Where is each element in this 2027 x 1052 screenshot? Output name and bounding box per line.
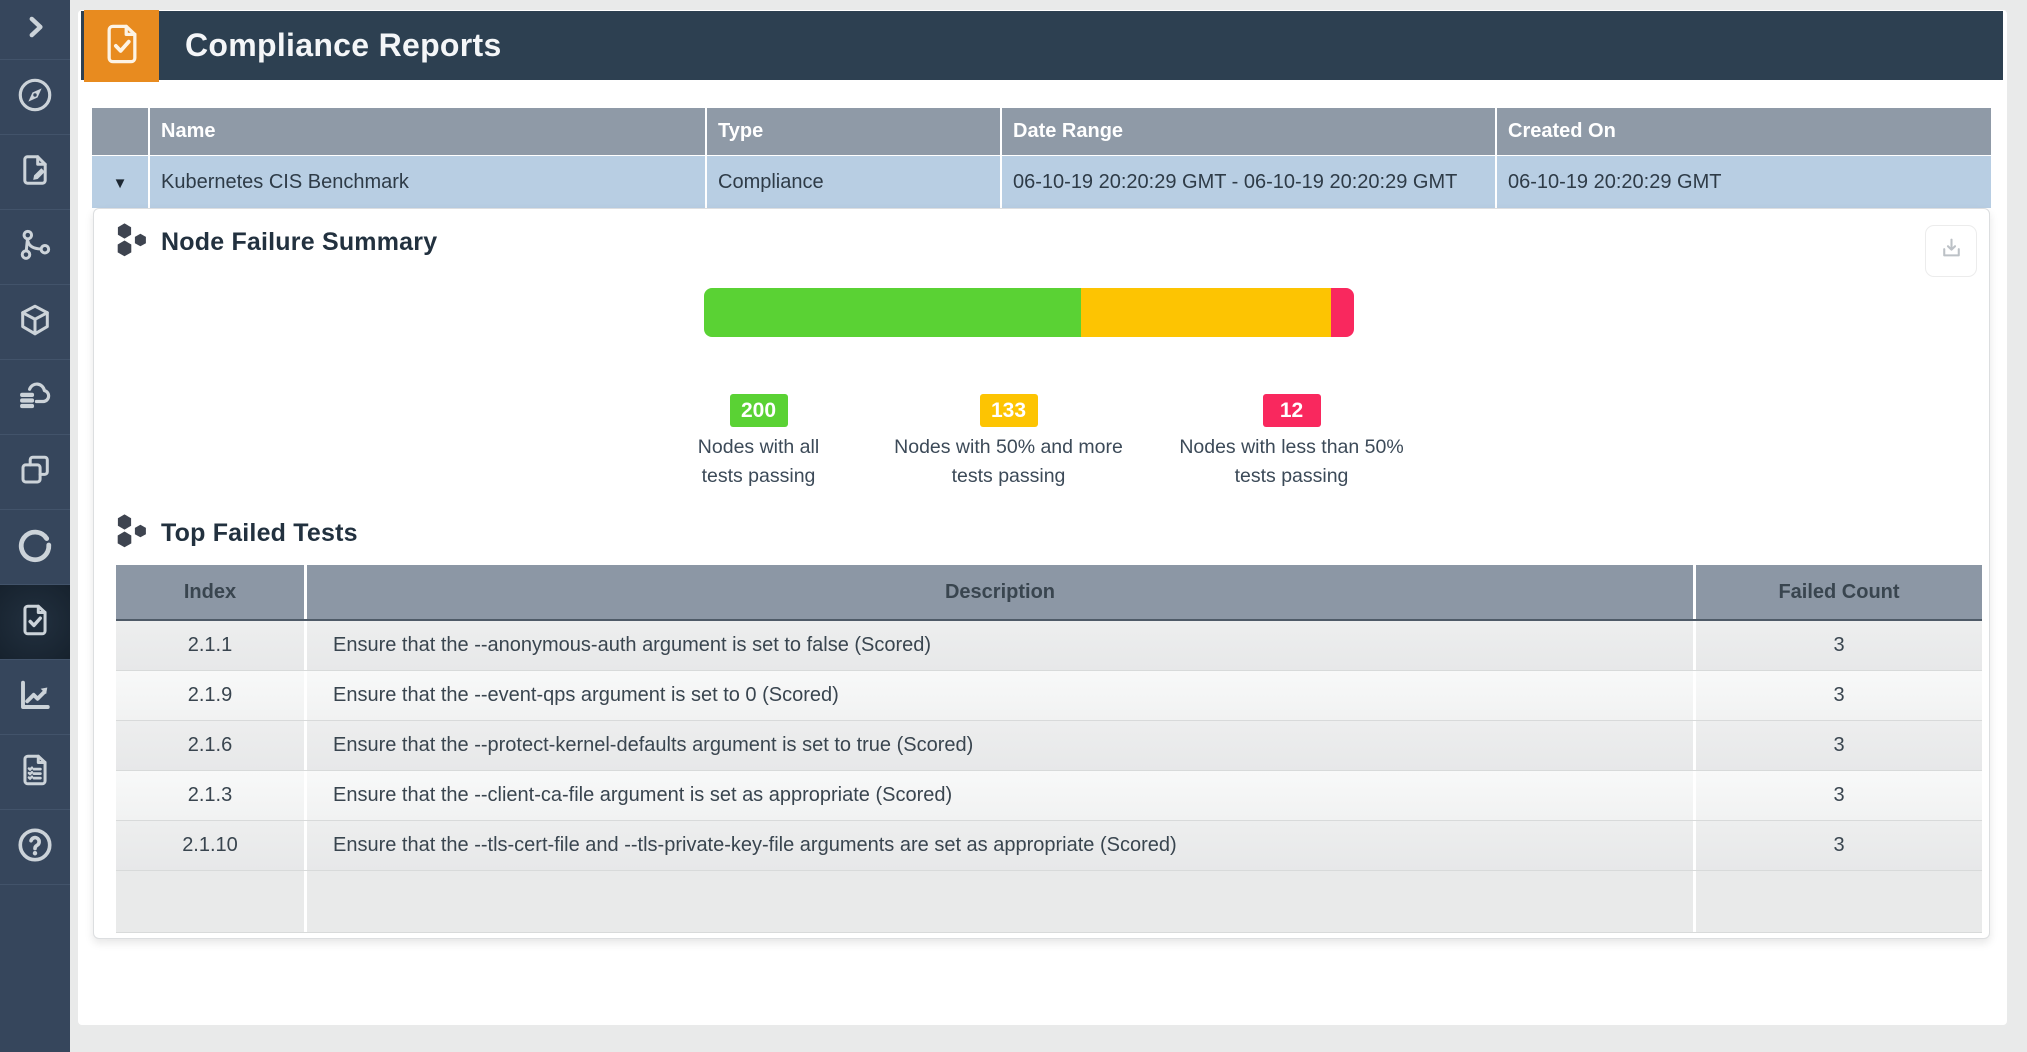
sidebar-item-compliance[interactable]	[0, 585, 70, 660]
sidebar-item-policies[interactable]	[0, 135, 70, 210]
network-branch-icon	[17, 227, 53, 268]
sidebar-item-activity[interactable]	[0, 510, 70, 585]
test-index: 2.1.1	[116, 621, 307, 670]
test-description: Ensure that the --protect-kernel-default…	[307, 721, 1696, 770]
legend-label: Nodes with less than 50% tests passing	[1179, 433, 1403, 491]
report-date-range: 06-10-19 20:20:29 GMT - 06-10-19 20:20:2…	[1002, 156, 1497, 208]
legend-value-badge: 133	[980, 394, 1038, 427]
reports-table: Name Type Date Range Created On ▼ Kubern…	[92, 108, 1991, 208]
bar-segment-all-passing	[704, 288, 1081, 337]
column-header-description: Description	[307, 565, 1696, 619]
compass-icon	[16, 76, 54, 119]
page-title: Compliance Reports	[185, 27, 502, 64]
sidebar-item-help[interactable]	[0, 810, 70, 885]
legend-value-badge: 12	[1263, 394, 1321, 427]
sidebar-item-explore[interactable]	[0, 60, 70, 135]
test-description: Ensure that the --anonymous-auth argumen…	[307, 621, 1696, 670]
test-description: Ensure that the --tls-cert-file and --tl…	[307, 821, 1696, 870]
node-failure-stacked-bar	[704, 288, 1354, 337]
sidebar-item-expand[interactable]	[0, 0, 70, 60]
column-header-date-range: Date Range	[1002, 108, 1497, 155]
compliance-reports-page: { "header": { "title": "Compliance Repor…	[0, 0, 2027, 1052]
failed-test-row: 2.1.9 Ensure that the --event-qps argume…	[116, 671, 1982, 721]
sidebar	[0, 0, 70, 1052]
cube-icon	[17, 302, 53, 343]
report-type: Compliance	[707, 156, 1002, 208]
empty-table-row	[116, 871, 1982, 933]
report-created-on: 06-10-19 20:20:29 GMT	[1497, 156, 1991, 208]
expand-column-header	[92, 108, 150, 155]
top-failed-tests-table: Index Description Failed Count 2.1.1 Ens…	[116, 565, 1982, 933]
triangle-down-icon: ▼	[113, 175, 128, 192]
test-failed-count: 3	[1696, 621, 1982, 670]
test-description: Ensure that the --event-qps argument is …	[307, 671, 1696, 720]
sidebar-item-copies[interactable]	[0, 435, 70, 510]
cloud-database-icon	[16, 376, 54, 419]
column-header-index: Index	[116, 565, 307, 619]
legend-label: Nodes with 50% and more tests passing	[894, 433, 1123, 491]
sidebar-item-containers[interactable]	[0, 285, 70, 360]
download-icon	[1938, 235, 1965, 267]
overlapping-squares-icon	[17, 452, 53, 493]
failed-test-row: 2.1.10 Ensure that the --tls-cert-file a…	[116, 821, 1982, 871]
download-report-button[interactable]	[1925, 225, 1977, 277]
legend-label: Nodes with all tests passing	[698, 433, 819, 491]
failed-test-row: 2.1.6 Ensure that the --protect-kernel-d…	[116, 721, 1982, 771]
test-failed-count: 3	[1696, 721, 1982, 770]
test-index: 2.1.10	[116, 821, 307, 870]
node-failure-legend: 200 Nodes with all tests passing 133 Nod…	[94, 394, 1989, 491]
column-header-type: Type	[707, 108, 1002, 155]
test-description: Ensure that the --client-ca-file argumen…	[307, 771, 1696, 820]
question-circle-icon	[16, 826, 54, 869]
failed-test-row: 2.1.3 Ensure that the --client-ca-file a…	[116, 771, 1982, 821]
line-chart-icon	[17, 677, 53, 718]
checklist-document-icon	[17, 752, 53, 793]
legend-item-all-passing: 200 Nodes with all tests passing	[673, 394, 845, 491]
top-failed-tests-heading: Top Failed Tests	[116, 514, 358, 553]
reports-table-header: Name Type Date Range Created On	[92, 108, 1991, 156]
failed-test-row: 2.1.1 Ensure that the --anonymous-auth a…	[116, 621, 1982, 671]
legend-item-less-than-50-passing: 12 Nodes with less than 50% tests passin…	[1173, 394, 1411, 491]
sidebar-item-topology[interactable]	[0, 210, 70, 285]
test-failed-count: 3	[1696, 771, 1982, 820]
sidebar-item-cloud-data[interactable]	[0, 360, 70, 435]
test-failed-count: 3	[1696, 821, 1982, 870]
tests-table-header: Index Description Failed Count	[116, 565, 1982, 621]
node-failure-summary-heading: Node Failure Summary	[116, 223, 437, 262]
main-panel: Compliance Reports Name Type Date Range …	[78, 10, 2007, 1025]
document-check-icon	[17, 602, 53, 643]
document-check-icon	[99, 21, 145, 72]
legend-item-50-and-more-passing: 133 Nodes with 50% and more tests passin…	[883, 394, 1135, 491]
bar-segment-less-than-50-passing	[1331, 288, 1354, 337]
section-title: Top Failed Tests	[161, 519, 358, 548]
legend-value-badge: 200	[730, 394, 788, 427]
column-header-name: Name	[150, 108, 707, 155]
report-name: Kubernetes CIS Benchmark	[150, 156, 707, 208]
refresh-icon	[17, 527, 53, 568]
test-index: 2.1.9	[116, 671, 307, 720]
test-failed-count: 3	[1696, 671, 1982, 720]
sidebar-item-metrics[interactable]	[0, 660, 70, 735]
report-detail-card: Node Failure Summary 200 Nodes with all …	[93, 208, 1990, 939]
compliance-app-tile	[84, 10, 159, 82]
column-header-created-on: Created On	[1497, 108, 1991, 155]
report-row-kubernetes-cis-benchmark[interactable]: ▼ Kubernetes CIS Benchmark Compliance 06…	[92, 156, 1991, 208]
collapse-row-toggle[interactable]: ▼	[92, 156, 150, 208]
document-edit-icon	[17, 152, 53, 193]
page-header: Compliance Reports	[81, 11, 2003, 80]
test-index: 2.1.6	[116, 721, 307, 770]
bar-segment-50-and-more-passing	[1081, 288, 1332, 337]
hexagon-cluster-icon	[116, 514, 148, 553]
hexagon-cluster-icon	[116, 223, 148, 262]
test-index: 2.1.3	[116, 771, 307, 820]
section-title: Node Failure Summary	[161, 228, 437, 257]
chevron-right-icon	[22, 13, 48, 46]
sidebar-item-checklist[interactable]	[0, 735, 70, 810]
column-header-failed-count: Failed Count	[1696, 565, 1982, 619]
